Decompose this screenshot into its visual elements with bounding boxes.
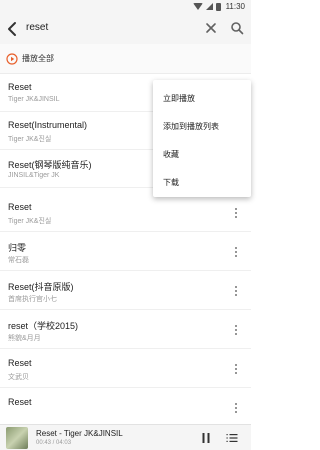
play-circle-icon <box>6 53 18 65</box>
menu-item-favorite[interactable]: 收藏 <box>153 140 251 169</box>
status-time: 11:30 <box>225 2 245 11</box>
menu-item-add-to-playlist[interactable]: 添加到播放列表 <box>153 112 251 141</box>
song-row[interactable]: Reset(抖音原版) 首席执行官小七 <box>0 272 251 310</box>
now-playing-time: 00:43 / 04:03 <box>36 440 72 446</box>
song-artist: 首席执行官小七 <box>8 296 57 303</box>
menu-item-label: 添加到播放列表 <box>163 122 219 131</box>
song-title: Reset <box>8 82 32 92</box>
menu-item-play-now[interactable]: 立即播放 <box>153 84 251 113</box>
more-options-icon[interactable] <box>232 245 240 259</box>
search-query[interactable]: reset <box>26 22 48 33</box>
song-title: reset（学校2015) <box>8 321 79 331</box>
more-options-icon[interactable] <box>232 401 240 415</box>
now-playing-title: Reset - Tiger JK&JINSIL <box>36 429 123 438</box>
more-options-icon[interactable] <box>232 206 240 220</box>
menu-item-download[interactable]: 下载 <box>153 168 251 197</box>
back-arrow-icon[interactable] <box>4 20 22 38</box>
song-artist: 常石磊 <box>8 257 29 264</box>
album-cover[interactable] <box>6 427 28 449</box>
clear-icon[interactable] <box>204 21 218 35</box>
now-playing-bar[interactable]: Reset - Tiger JK&JINSIL 00:43 / 04:03 <box>0 424 251 450</box>
song-title: Reset(钢琴版纯音乐) <box>8 160 92 170</box>
play-all-bar[interactable]: 播放全部 <box>0 44 251 74</box>
song-row[interactable]: Reset 文武贝 <box>0 350 251 388</box>
song-artist: 文武贝 <box>8 374 29 381</box>
search-icon[interactable] <box>230 21 244 35</box>
song-title: Reset(抖音原版) <box>8 282 74 292</box>
song-row[interactable]: reset（学校2015) 熊貌&月月 <box>0 311 251 349</box>
song-title: 归零 <box>8 243 27 253</box>
song-title: Reset <box>8 202 32 212</box>
playlist-icon[interactable] <box>226 432 238 444</box>
pause-icon[interactable] <box>201 432 211 444</box>
song-artist: Tiger JK&JINSIL <box>8 96 60 103</box>
menu-item-label: 收藏 <box>163 150 179 159</box>
menu-item-label: 立即播放 <box>163 94 195 103</box>
status-bar: 11:30 <box>0 0 251 14</box>
song-row[interactable]: Reset Tiger JK&진실 <box>0 194 251 232</box>
song-artist: JINSIL&Tiger JK <box>8 172 60 179</box>
song-title: Reset <box>8 358 32 368</box>
more-options-icon[interactable] <box>232 284 240 298</box>
more-options-icon[interactable] <box>232 323 240 337</box>
more-options-icon[interactable] <box>232 362 240 376</box>
wifi-icon <box>192 3 203 10</box>
song-title: Reset <box>8 397 32 407</box>
song-row[interactable]: Reset <box>0 389 251 424</box>
song-artist: Tiger JK&진실 <box>8 136 52 143</box>
song-artist: 熊貌&月月 <box>8 335 41 342</box>
battery-icon <box>215 2 221 11</box>
song-title: Reset(Instrumental) <box>8 120 88 130</box>
signal-icon <box>205 3 213 10</box>
search-app-bar: reset <box>0 14 251 44</box>
song-row[interactable]: 归零 常石磊 <box>0 233 251 271</box>
menu-item-label: 下载 <box>163 178 179 187</box>
context-menu: 立即播放 添加到播放列表 收藏 下载 <box>153 80 251 197</box>
play-all-label: 播放全部 <box>22 54 54 63</box>
song-artist: Tiger JK&진실 <box>8 218 52 225</box>
